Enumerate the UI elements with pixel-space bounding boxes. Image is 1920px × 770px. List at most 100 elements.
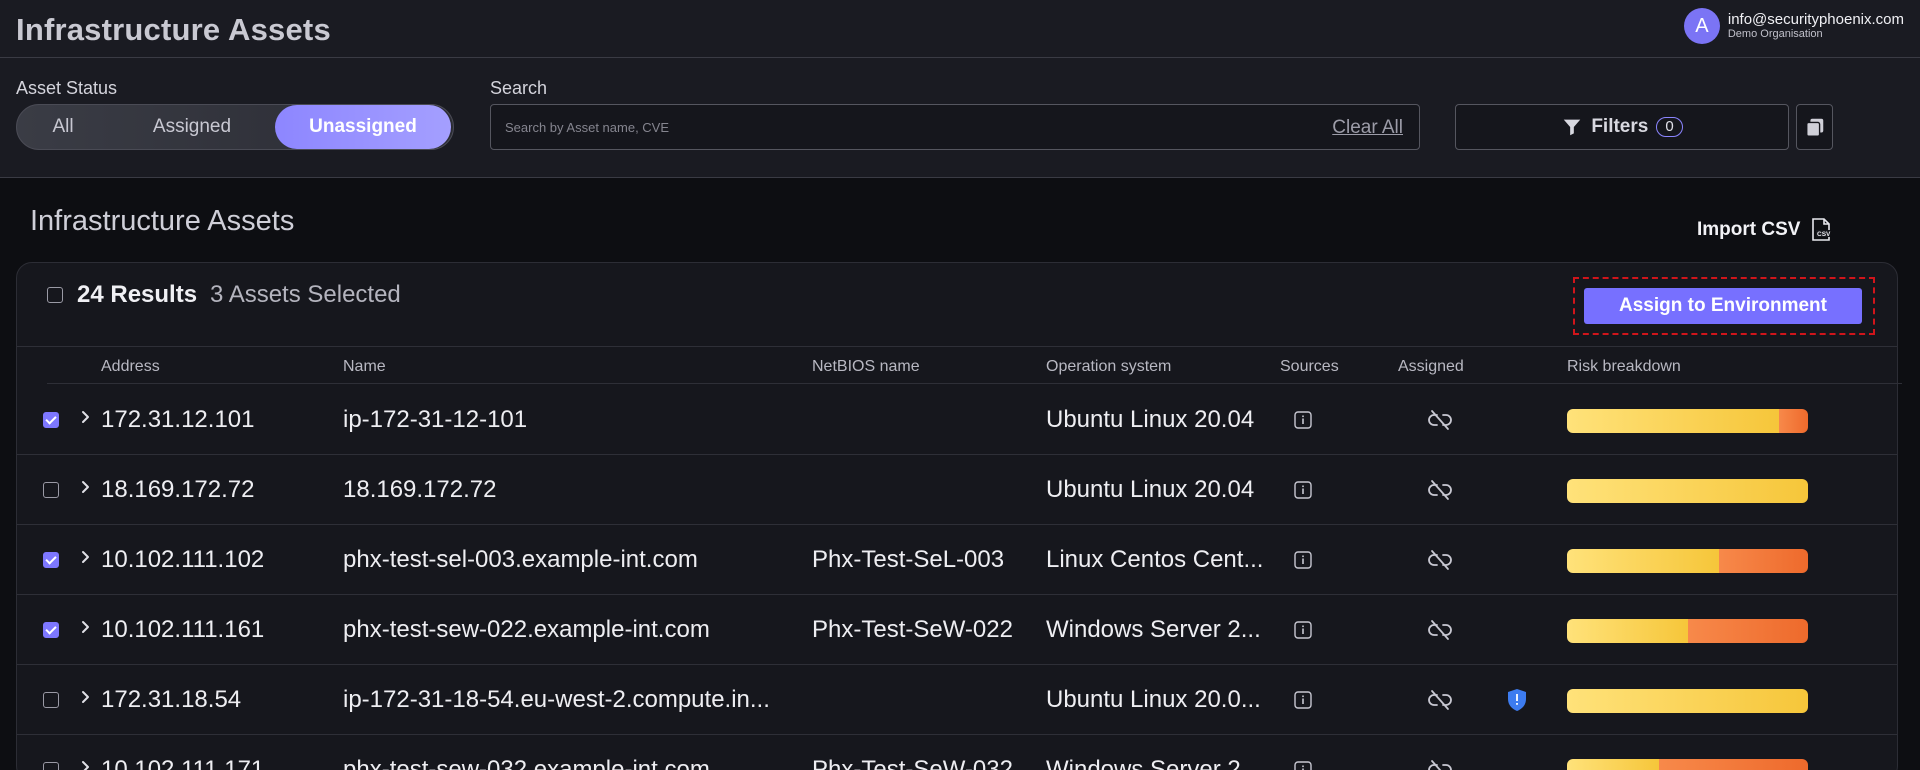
cell-address: 172.31.18.54 xyxy=(101,686,242,713)
risk-breakdown-bar[interactable] xyxy=(1567,549,1808,573)
top-bar: Infrastructure Assets A info@securitypho… xyxy=(0,0,1920,58)
risk-segment-high xyxy=(1658,759,1808,770)
clear-all-link[interactable]: Clear All xyxy=(1332,117,1403,139)
search-box: Clear All xyxy=(490,104,1420,150)
chevron-right-icon[interactable] xyxy=(75,477,95,497)
risk-segment-low xyxy=(1567,759,1659,770)
table-row[interactable]: 10.102.111.171 phx-test-sew-032.example-i… xyxy=(17,735,1897,770)
info-icon[interactable] xyxy=(1294,411,1312,434)
assign-highlight: Assign to Environment xyxy=(1573,277,1875,335)
risk-breakdown-bar[interactable] xyxy=(1567,409,1808,433)
cell-os: Windows Server 2... xyxy=(1046,616,1261,643)
cell-os: Ubuntu Linux 20.04 xyxy=(1046,476,1255,503)
cell-os: Windows Server 2... xyxy=(1046,756,1261,770)
cell-os: Linux Centos Cent... xyxy=(1046,546,1264,573)
user-menu[interactable]: A info@securityphoenix.com Demo Organisa… xyxy=(1683,8,1904,44)
chevron-right-icon[interactable] xyxy=(75,687,95,707)
column-netbios[interactable]: NetBIOS name xyxy=(812,358,920,376)
cell-name[interactable]: phx-test-sel-003.example-int.com xyxy=(343,546,698,574)
row-checkbox[interactable] xyxy=(43,412,59,428)
cell-name[interactable]: ip-172-31-12-101 xyxy=(343,406,527,434)
shield-alert-icon[interactable] xyxy=(1506,688,1528,717)
cell-address: 10.102.111.102 xyxy=(101,546,265,573)
table-row[interactable]: 18.169.172.72 18.169.172.72 Ubuntu Linux 2… xyxy=(17,455,1897,525)
table-row[interactable]: 10.102.111.161 phx-test-sew-022.example-i… xyxy=(17,595,1897,665)
info-icon[interactable] xyxy=(1294,621,1312,644)
asset-status-toggle: All Assigned Unassigned xyxy=(16,104,454,150)
risk-segment-low xyxy=(1567,409,1780,433)
row-checkbox[interactable] xyxy=(43,552,59,568)
table-row[interactable]: 172.31.18.54 ip-172-31-18-54.eu-west-2.co… xyxy=(17,665,1897,735)
assets-panel: 24 Results 3 Assets Selected Assign to E… xyxy=(16,262,1902,770)
svg-text:CSV: CSV xyxy=(1817,231,1831,238)
row-checkbox[interactable] xyxy=(43,692,59,708)
table-row[interactable]: 10.102.111.102 phx-test-sel-003.example-i… xyxy=(17,525,1897,595)
filters-label: Filters xyxy=(1591,116,1649,137)
cell-netbios: Phx-Test-SeW-022 xyxy=(812,616,1013,643)
segment-all[interactable]: All xyxy=(17,105,109,149)
unlinked-icon[interactable] xyxy=(1427,409,1453,436)
risk-breakdown-bar[interactable] xyxy=(1567,689,1808,713)
user-organisation: Demo Organisation xyxy=(1727,28,1823,41)
cell-address: 10.102.111.161 xyxy=(101,616,265,643)
column-risk-breakdown[interactable]: Risk breakdown xyxy=(1567,358,1681,376)
info-icon[interactable] xyxy=(1294,691,1312,714)
info-icon[interactable] xyxy=(1294,761,1312,770)
filter-bar: Asset Status All Assigned Unassigned Sea… xyxy=(0,58,1920,178)
unlinked-icon[interactable] xyxy=(1427,549,1453,576)
unlinked-icon[interactable] xyxy=(1427,689,1453,716)
import-csv-label: Import CSV xyxy=(1697,219,1801,240)
row-checkbox[interactable] xyxy=(43,762,59,770)
cell-name[interactable]: 18.169.172.72 xyxy=(343,476,496,504)
risk-segment-high xyxy=(1718,549,1808,573)
risk-breakdown-bar[interactable] xyxy=(1567,479,1808,503)
section-title: Infrastructure Assets xyxy=(30,205,295,237)
cell-netbios: Phx-Test-SeW-032 xyxy=(812,756,1013,770)
segment-assigned[interactable]: Assigned xyxy=(109,105,275,149)
cell-name[interactable]: ip-172-31-18-54.eu-west-2.compute.in... xyxy=(343,686,770,714)
unlinked-icon[interactable] xyxy=(1427,759,1453,770)
row-checkbox[interactable] xyxy=(43,482,59,498)
user-email: info@securityphoenix.com xyxy=(1727,10,1904,28)
chevron-right-icon[interactable] xyxy=(75,617,95,637)
chevron-right-icon[interactable] xyxy=(75,547,95,567)
table-row[interactable]: 172.31.12.101 ip-172-31-12-101 Ubuntu Linu… xyxy=(17,385,1897,455)
unlinked-icon[interactable] xyxy=(1427,479,1453,506)
column-assigned[interactable]: Assigned xyxy=(1398,358,1464,376)
cell-os: Ubuntu Linux 20.0... xyxy=(1046,686,1261,713)
row-checkbox[interactable] xyxy=(43,622,59,638)
filters-button[interactable]: Filters 0 xyxy=(1455,104,1789,150)
column-sources[interactable]: Sources xyxy=(1280,358,1339,376)
info-icon[interactable] xyxy=(1294,551,1312,574)
cell-name[interactable]: phx-test-sew-032.example-int.com xyxy=(343,756,710,770)
results-count: 24 Results xyxy=(77,281,198,308)
column-os[interactable]: Operation system xyxy=(1046,358,1171,376)
assign-to-environment-button[interactable]: Assign to Environment xyxy=(1584,288,1862,324)
cell-os: Ubuntu Linux 20.04 xyxy=(1046,406,1255,433)
copy-button[interactable] xyxy=(1796,104,1833,150)
copy-icon xyxy=(1805,118,1823,137)
cell-name[interactable]: phx-test-sew-022.example-int.com xyxy=(343,616,710,644)
info-icon[interactable] xyxy=(1294,481,1312,504)
selected-count: 3 Assets Selected xyxy=(210,281,401,308)
unlinked-icon[interactable] xyxy=(1427,619,1453,646)
chevron-right-icon[interactable] xyxy=(75,757,95,770)
risk-breakdown-bar[interactable] xyxy=(1567,759,1808,770)
risk-segment-high xyxy=(1687,619,1808,643)
chevron-right-icon[interactable] xyxy=(75,407,95,427)
column-address[interactable]: Address xyxy=(101,358,160,376)
panel-header: 24 Results 3 Assets Selected Assign to E… xyxy=(17,263,1897,347)
import-csv-button[interactable]: Import CSV CSV xyxy=(1697,218,1832,242)
select-all-checkbox[interactable] xyxy=(47,287,63,303)
risk-breakdown-bar[interactable] xyxy=(1567,619,1808,643)
page-title: Infrastructure Assets xyxy=(16,12,331,47)
risk-segment-low xyxy=(1567,549,1719,573)
avatar[interactable]: A xyxy=(1683,8,1720,44)
risk-segment-low xyxy=(1567,619,1688,643)
search-input[interactable] xyxy=(491,105,1291,149)
cell-address: 10.102.111.171 xyxy=(101,756,265,770)
column-name[interactable]: Name xyxy=(343,358,386,376)
asset-status-label: Asset Status xyxy=(16,78,118,98)
cell-address: 18.169.172.72 xyxy=(101,476,255,503)
segment-unassigned[interactable]: Unassigned xyxy=(275,105,451,149)
